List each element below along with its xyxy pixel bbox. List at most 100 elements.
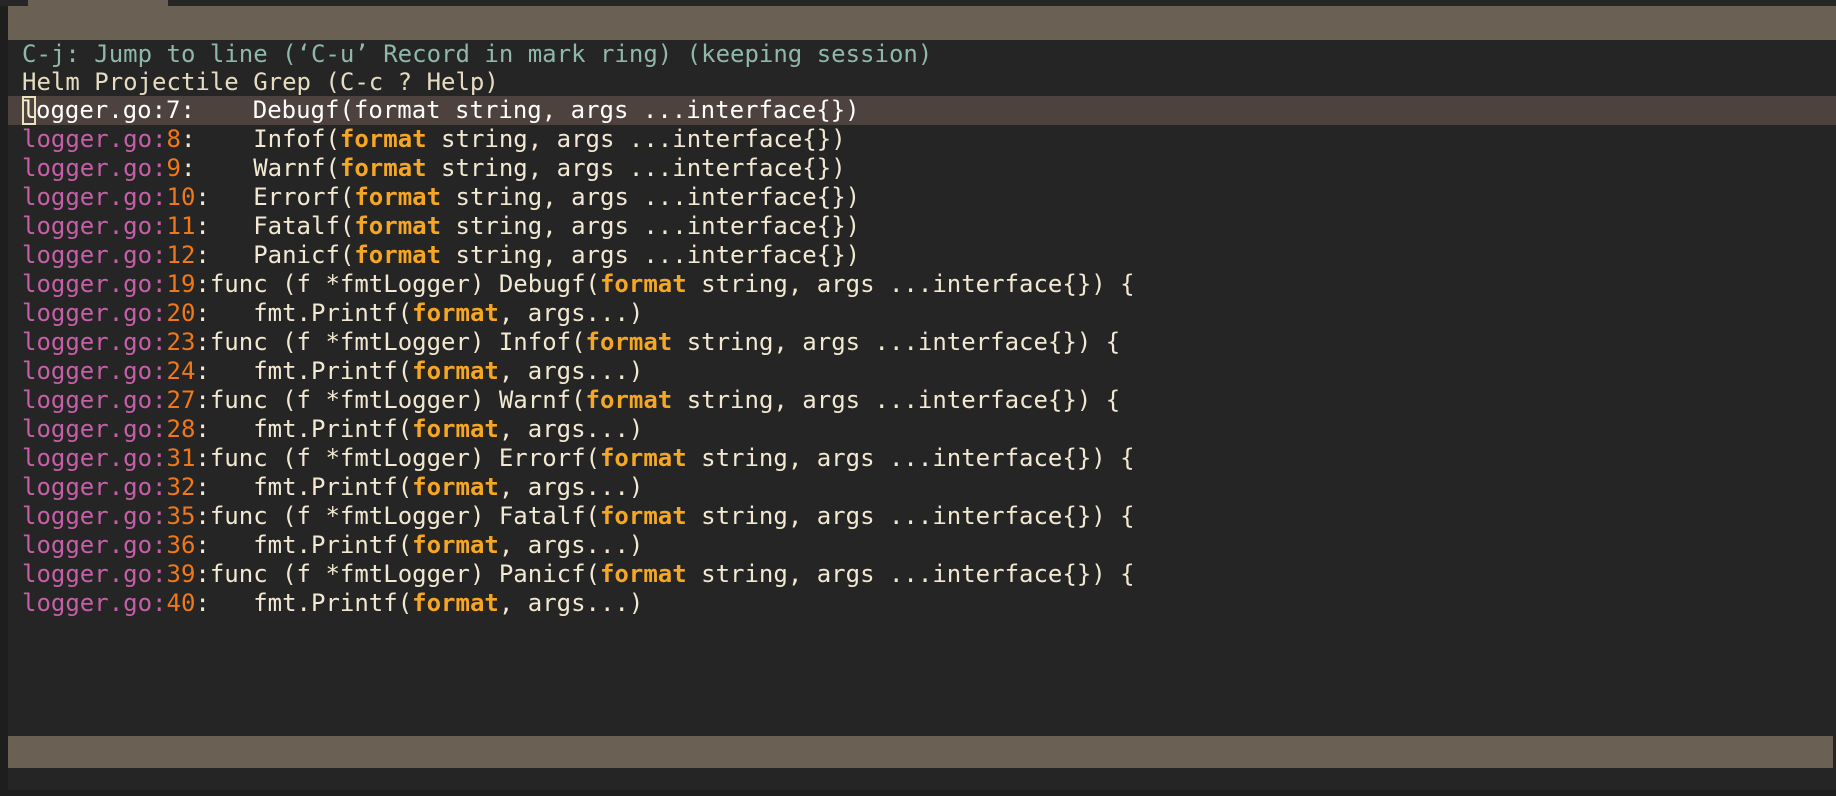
result-code-suffix: , args...) <box>498 473 644 501</box>
previous-modeline-fragment <box>28 0 168 6</box>
result-code-suffix: string, args ...interface{}) { <box>672 328 1121 356</box>
result-code-suffix: , args...) <box>498 589 644 617</box>
result-code-prefix: :func (f *fmtLogger) Fatalf( <box>195 502 600 530</box>
result-code-prefix: : fmt.Printf( <box>195 531 413 559</box>
grep-result-row[interactable]: logger.go:20: fmt.Printf(format, args...… <box>8 299 1836 328</box>
result-code-prefix: : Debugf( <box>180 96 354 124</box>
result-match-highlight: format <box>599 560 687 588</box>
result-file-name: logger.go <box>22 386 153 414</box>
result-line-number: 35 <box>166 502 196 530</box>
result-line-number: 9 <box>166 154 181 182</box>
result-file-name: logger.go <box>22 357 153 385</box>
result-match-highlight: format <box>412 473 499 501</box>
result-file-name: logger.go <box>22 502 153 530</box>
grep-result-row[interactable]: logger.go:31:func (f *fmtLogger) Errorf(… <box>8 444 1836 473</box>
result-separator: : <box>152 589 167 617</box>
result-line-number: 24 <box>166 357 196 385</box>
helm-hint-line: C-j: Jump to line (‘C-u’ Record in mark … <box>22 40 933 68</box>
result-match-highlight: format <box>354 241 442 269</box>
result-code-suffix: , args...) <box>498 299 644 327</box>
result-line-number: 10 <box>166 183 196 211</box>
grep-result-row[interactable]: logger.go:39:func (f *fmtLogger) Panicf(… <box>8 560 1836 589</box>
grep-result-row[interactable]: logger.go:19:func (f *fmtLogger) Debugf(… <box>8 270 1836 299</box>
grep-result-row[interactable]: logger.go:32: fmt.Printf(format, args...… <box>8 473 1836 502</box>
result-match-highlight: format <box>585 386 673 414</box>
result-code-suffix: string, args ...interface{}) <box>440 96 860 124</box>
result-line-number: 8 <box>166 125 181 153</box>
result-code-suffix: string, args ...interface{}) { <box>686 444 1135 472</box>
result-line-number: 31 <box>166 444 196 472</box>
top-modeline[interactable]: -:--- session.go Top L1 <N> Git-master (… <box>8 6 1836 40</box>
result-file-name: logger.go <box>22 154 153 182</box>
result-separator: : <box>152 357 167 385</box>
result-code-suffix: , args...) <box>498 415 644 443</box>
result-code-prefix: :func (f *fmtLogger) Debugf( <box>195 270 600 298</box>
grep-result-row[interactable]: logger.go:8: Infof(format string, args .… <box>8 125 1836 154</box>
result-code-suffix: string, args ...interface{}) <box>441 183 861 211</box>
result-match-highlight: format <box>339 154 427 182</box>
result-file-name: logger.go <box>22 212 153 240</box>
result-file-name: logger.go <box>22 444 153 472</box>
result-file-name: logger.go <box>22 125 153 153</box>
result-file-name: logger.go <box>22 183 153 211</box>
window-bottom-border <box>0 790 1836 796</box>
result-separator: : <box>152 241 167 269</box>
previous-window-strip <box>0 0 1836 6</box>
result-file-name: logger.go <box>22 473 153 501</box>
result-code-prefix: : Panicf( <box>195 241 355 269</box>
result-match-highlight: format <box>585 328 673 356</box>
grep-result-row[interactable]: logger.go:36: fmt.Printf(format, args...… <box>8 531 1836 560</box>
result-separator: : <box>152 560 167 588</box>
result-match-highlight: format <box>412 357 499 385</box>
result-line-number: 28 <box>166 415 196 443</box>
helm-source-header: Helm Projectile Grep (C-c ? Help) <box>22 68 499 96</box>
result-separator: : <box>152 444 167 472</box>
result-separator: : <box>152 415 167 443</box>
result-match-highlight: format <box>354 183 442 211</box>
result-separator: : <box>152 386 167 414</box>
result-match-highlight: format <box>412 589 499 617</box>
grep-result-row[interactable]: logger.go:11: Fatalf(format string, args… <box>8 212 1836 241</box>
result-code-prefix: : Fatalf( <box>195 212 355 240</box>
result-code-suffix: , args...) <box>498 531 644 559</box>
grep-result-row[interactable]: logger.go:10: Errorf(format string, args… <box>8 183 1836 212</box>
grep-result-row[interactable]: logger.go:7: Debugf(format string, args … <box>8 96 1836 125</box>
result-separator: : <box>152 531 167 559</box>
result-match-highlight: format <box>339 125 427 153</box>
result-separator: : <box>152 299 167 327</box>
result-code-suffix: string, args ...interface{}) <box>441 241 861 269</box>
result-code-prefix: :func (f *fmtLogger) Warnf( <box>195 386 586 414</box>
result-separator: : <box>152 328 167 356</box>
helm-header-area: C-j: Jump to line (‘C-u’ Record in mark … <box>8 40 1836 96</box>
grep-result-row[interactable]: logger.go:23:func (f *fmtLogger) Infof(f… <box>8 328 1836 357</box>
result-file-name: logger.go <box>22 560 153 588</box>
result-line-number: 20 <box>166 299 196 327</box>
result-line-number: 39 <box>166 560 196 588</box>
result-separator: : <box>152 502 167 530</box>
grep-result-row[interactable]: logger.go:35:func (f *fmtLogger) Fatalf(… <box>8 502 1836 531</box>
grep-result-row[interactable]: logger.go:27:func (f *fmtLogger) Warnf(f… <box>8 386 1836 415</box>
result-code-prefix: : fmt.Printf( <box>195 415 413 443</box>
result-separator: : <box>152 473 167 501</box>
result-separator: : <box>152 270 167 298</box>
grep-result-row[interactable]: logger.go:24: fmt.Printf(format, args...… <box>8 357 1836 386</box>
result-file-name: logger.go <box>22 96 152 125</box>
grep-results-list[interactable]: logger.go:7: Debugf(format string, args … <box>8 96 1836 618</box>
result-separator: : <box>152 212 167 240</box>
result-file-name: logger.go <box>22 270 153 298</box>
result-separator: : <box>152 183 167 211</box>
result-code-suffix: , args...) <box>498 357 644 385</box>
bottom-modeline[interactable]: *helm grep* L1 [Grep process finished in… <box>8 736 1833 768</box>
result-match-highlight: format <box>599 444 687 472</box>
grep-result-row[interactable]: logger.go:28: fmt.Printf(format, args...… <box>8 415 1836 444</box>
result-code-suffix: string, args ...interface{}) { <box>672 386 1121 414</box>
result-separator: : <box>152 125 167 153</box>
result-separator: : <box>151 96 167 124</box>
result-line-number: 19 <box>166 270 196 298</box>
result-code-prefix: :func (f *fmtLogger) Errorf( <box>195 444 600 472</box>
result-match-highlight: format <box>353 96 441 124</box>
result-match-highlight: format <box>412 299 499 327</box>
grep-result-row[interactable]: logger.go:9: Warnf(format string, args .… <box>8 154 1836 183</box>
grep-result-row[interactable]: logger.go:40: fmt.Printf(format, args...… <box>8 589 1836 618</box>
grep-result-row[interactable]: logger.go:12: Panicf(format string, args… <box>8 241 1836 270</box>
